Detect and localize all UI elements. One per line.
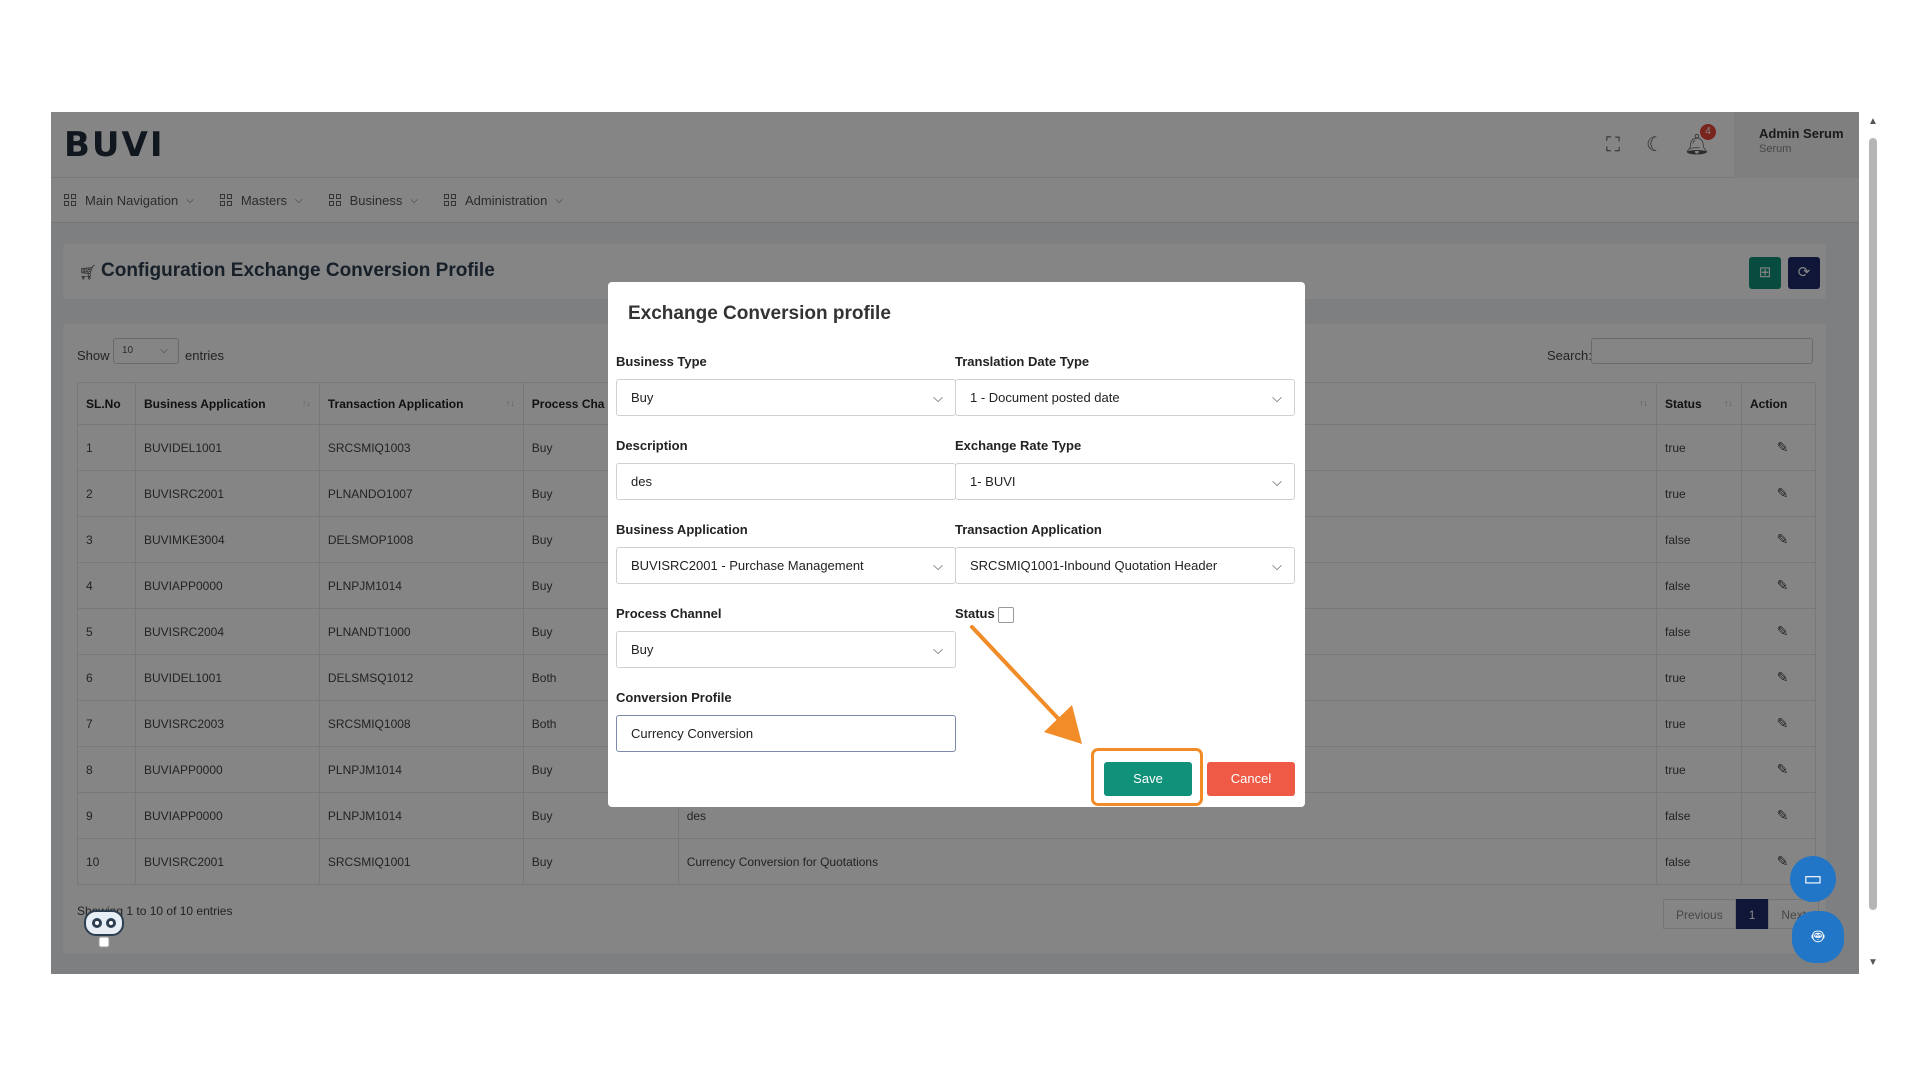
exchange-conversion-modal: Exchange Conversion profile Business Typ… (608, 282, 1305, 807)
scroll-down-icon[interactable]: ▼ (1868, 957, 1878, 968)
transaction-application-value: SRCSMIQ1001-Inbound Quotation Header (970, 558, 1218, 573)
chevron-down-icon: ⌵ (1272, 558, 1282, 573)
scroll-up-icon[interactable]: ▲ (1868, 116, 1878, 127)
translation-date-type-select[interactable]: 1 - Document posted date ⌵ (955, 379, 1295, 416)
translation-date-type-label: Translation Date Type (955, 354, 1090, 369)
robot-mascot-icon[interactable] (81, 905, 127, 951)
transaction-application-label: Transaction Application (955, 522, 1102, 537)
chat-message-icon[interactable]: ▭ (1790, 856, 1836, 902)
modal-title: Exchange Conversion profile (628, 303, 891, 324)
transaction-application-select[interactable]: SRCSMIQ1001-Inbound Quotation Header ⌵ (955, 547, 1295, 584)
business-type-select[interactable]: Buy ⌵ (616, 379, 956, 416)
description-input[interactable]: des (616, 463, 956, 500)
exchange-rate-type-label: Exchange Rate Type (955, 438, 1082, 453)
description-label: Description (616, 438, 688, 453)
chevron-down-icon: ⌵ (933, 390, 943, 405)
chevron-down-icon: ⌵ (933, 642, 943, 657)
exchange-rate-type-value: 1- BUVI (970, 474, 1016, 489)
translation-date-type-value: 1 - Document posted date (970, 390, 1120, 405)
business-type-label: Business Type (616, 354, 707, 369)
business-type-value: Buy (631, 390, 654, 405)
chatbot-robot-icon[interactable]: 🤖︎ (1792, 911, 1844, 963)
cancel-button[interactable]: Cancel (1207, 762, 1295, 796)
process-channel-value: Buy (631, 642, 654, 657)
description-value: des (631, 474, 652, 489)
business-application-value: BUVISRC2001 - Purchase Management (631, 558, 864, 573)
process-channel-select[interactable]: Buy ⌵ (616, 631, 956, 668)
conversion-profile-label: Conversion Profile (616, 690, 732, 705)
pointer-arrow-icon (970, 625, 1082, 744)
exchange-rate-type-select[interactable]: 1- BUVI ⌵ (955, 463, 1295, 500)
conversion-profile-input[interactable]: Currency Conversion (616, 715, 956, 752)
process-channel-label: Process Channel (616, 606, 722, 621)
scrollbar-thumb[interactable] (1869, 138, 1877, 910)
chevron-down-icon: ⌵ (1272, 390, 1282, 405)
chevron-down-icon: ⌵ (933, 558, 943, 573)
chevron-down-icon: ⌵ (1272, 474, 1282, 489)
business-application-label: Business Application (616, 522, 748, 537)
page-scrollbar[interactable]: ▲ ▼ (1866, 112, 1880, 974)
conversion-profile-value: Currency Conversion (631, 726, 754, 741)
business-application-select[interactable]: BUVISRC2001 - Purchase Management ⌵ (616, 547, 956, 584)
save-highlight-box (1091, 748, 1203, 806)
